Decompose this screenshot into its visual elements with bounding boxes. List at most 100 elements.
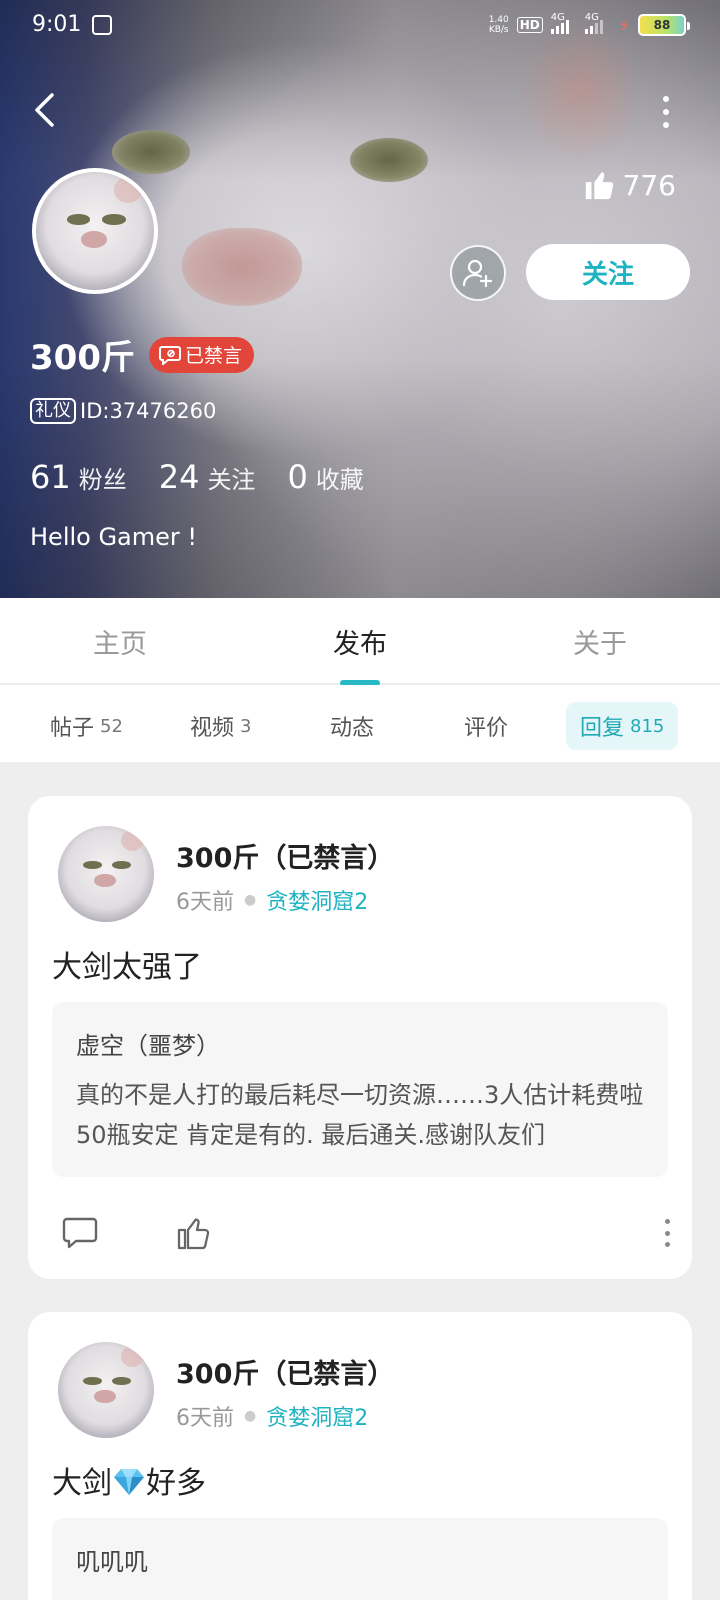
subtab-replies[interactable]: 回复 815 (566, 702, 679, 750)
cover-image-detail (350, 138, 428, 182)
post-game-link[interactable]: 贪婪洞窟2 (266, 1400, 368, 1432)
more-dot-icon (664, 1242, 670, 1247)
more-options-button[interactable] (656, 96, 676, 128)
more-dot-icon (663, 122, 669, 128)
status-time: 9:01 (32, 12, 82, 37)
subtab-posts[interactable]: 帖子 52 (50, 702, 123, 750)
post-body: 大剑 好多 (52, 1458, 206, 1502)
back-button[interactable] (26, 88, 62, 132)
quoted-post[interactable]: 叽叽叽 (52, 1518, 668, 1600)
reply-card[interactable]: 300斤（已禁言） 6天前 ● 贪婪洞窟2 大剑 好多 叽叽叽 (28, 1312, 692, 1600)
profile-likes[interactable]: 776 (583, 168, 676, 202)
subtab-count: 3 (240, 715, 252, 737)
subtab-count: 52 (100, 715, 123, 737)
stat-label: 收藏 (315, 466, 364, 494)
network-speed-unit: KB/s (488, 25, 509, 35)
gem-icon (114, 1469, 144, 1495)
tab-about[interactable]: 关于 (540, 622, 660, 661)
quoted-post-text: 真的不是人打的最后耗尽一切资源……3人估计耗费啦50瓶安定 肯定是有的. 最后通… (76, 1081, 644, 1149)
more-dot-icon (664, 1230, 670, 1236)
profile-bio: Hello Gamer ! (30, 523, 198, 551)
status-badge-label: 已禁言 (184, 345, 242, 367)
stat-following[interactable]: 24 关注 (159, 458, 256, 496)
muted-chat-icon (158, 345, 181, 365)
quoted-post[interactable]: 虚空（噩梦） 真的不是人打的最后耗尽一切资源……3人估计耗费啦50瓶安定 肯定是… (52, 1002, 668, 1177)
stat-value: 61 (30, 458, 71, 496)
avatar[interactable] (58, 1342, 154, 1438)
like-button[interactable] (170, 1209, 218, 1257)
subtab-label: 帖子 (50, 716, 95, 741)
avatar[interactable] (32, 168, 158, 294)
tab-posts[interactable]: 发布 (300, 622, 420, 661)
likes-count: 776 (622, 168, 676, 202)
post-time: 6天前 (176, 890, 234, 915)
reply-card[interactable]: 300斤（已禁言） 6天前 ● 贪婪洞窟2 大剑太强了 虚空（噩梦） 真的不是人… (28, 796, 692, 1279)
stat-label: 关注 (207, 466, 256, 494)
post-author[interactable]: 300斤（已禁言） (176, 1352, 394, 1391)
username: 300斤 (30, 338, 135, 378)
post-more-button[interactable] (660, 1215, 674, 1251)
signal-label: 4G (584, 12, 599, 23)
post-body: 大剑太强了 (52, 950, 202, 985)
status-badge: 已禁言 (148, 336, 254, 373)
subtab-label: 视频 (190, 716, 235, 741)
add-user-icon (462, 259, 493, 288)
comment-button[interactable] (56, 1209, 104, 1257)
charging-icon: ⚡ (618, 15, 630, 35)
avatar[interactable] (58, 826, 154, 922)
status-bar: 9:01 1.40 KB/s HD 4G 4G ⚡ 88 (0, 0, 720, 54)
cover-image-detail (182, 228, 302, 306)
profile-stats: 61 粉丝 24 关注 0 收藏 (30, 458, 364, 496)
post-body-text: 大剑 (52, 1466, 112, 1501)
content-filter-tabs: 帖子 52 视频 3 动态 评价 回复 815 (0, 685, 720, 762)
thumbs-up-icon (177, 1218, 210, 1250)
post-meta: 6天前 ● 贪婪洞窟2 (176, 1400, 368, 1432)
network-speed: 1.40 KB/s (489, 15, 509, 35)
post-time: 6天前 (176, 1406, 234, 1431)
more-dot-icon (664, 1219, 670, 1224)
signal-label: 4G (550, 12, 565, 23)
battery-level: 88 (653, 18, 671, 32)
signal-icon: 4G (584, 12, 611, 34)
etiquette-tag[interactable]: 礼仪 (30, 398, 76, 424)
stat-favorites[interactable]: 0 收藏 (287, 458, 363, 496)
subtab-label: 回复 (580, 716, 625, 741)
add-friend-button[interactable] (450, 245, 506, 301)
post-author[interactable]: 300斤（已禁言） (176, 836, 394, 875)
quoted-post-title: 虚空（噩梦） (76, 1032, 220, 1060)
subtab-videos[interactable]: 视频 3 (190, 702, 251, 750)
subtab-reviews[interactable]: 评价 (464, 702, 508, 750)
more-dot-icon (663, 109, 669, 115)
subtab-label: 评价 (464, 716, 509, 741)
separator-dot: ● (244, 1408, 257, 1424)
post-meta: 6天前 ● 贪婪洞窟2 (176, 884, 368, 916)
subtab-count: 815 (630, 715, 665, 737)
comment-icon (62, 1217, 98, 1249)
stat-label: 粉丝 (78, 466, 127, 494)
stat-value: 0 (287, 458, 308, 496)
thumbs-up-icon (585, 172, 613, 200)
stat-fans[interactable]: 61 粉丝 (30, 458, 127, 496)
hd-icon: HD (516, 17, 543, 33)
follow-button[interactable]: 关注 (526, 244, 690, 300)
tab-home[interactable]: 主页 (60, 622, 180, 661)
separator-dot: ● (244, 892, 257, 908)
profile-name-row: 300斤 已禁言 (30, 330, 254, 379)
cover-image-detail (112, 130, 190, 174)
profile-id-row: 礼仪 ID:37476260 (30, 398, 216, 424)
user-id: ID:37476260 (80, 399, 217, 423)
subtab-activity[interactable]: 动态 (330, 702, 374, 750)
signal-icon: 4G (550, 12, 577, 34)
post-game-link[interactable]: 贪婪洞窟2 (266, 884, 368, 916)
post-body-text: 好多 (146, 1466, 206, 1501)
battery-icon: 88 (638, 14, 690, 36)
stat-value: 24 (158, 458, 200, 496)
notification-icon (92, 15, 112, 35)
more-dot-icon (663, 96, 669, 102)
quoted-post-title: 叽叽叽 (76, 1548, 148, 1576)
post-actions (28, 1209, 692, 1257)
profile-tabs: 主页 发布 关于 (0, 598, 720, 684)
chevron-left-icon (35, 93, 54, 127)
network-speed-value: 1.40 (488, 15, 509, 25)
subtab-label: 动态 (330, 716, 375, 741)
